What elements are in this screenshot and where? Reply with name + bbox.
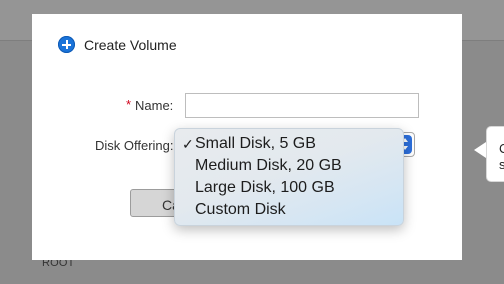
option-custom-disk[interactable]: Custom Disk xyxy=(175,199,403,221)
tooltip-line-1: C xyxy=(499,141,504,156)
tooltip-arrow xyxy=(474,142,486,158)
option-medium-disk[interactable]: Medium Disk, 20 GB xyxy=(175,155,403,177)
name-label: Name: xyxy=(135,98,174,113)
dialog-header: Create Volume xyxy=(58,36,177,53)
option-large-disk[interactable]: Large Disk, 100 GB xyxy=(175,177,403,199)
checkmark-icon: ✓ xyxy=(182,136,194,152)
disk-offering-dropdown: ✓ Small Disk, 5 GB Medium Disk, 20 GB La… xyxy=(174,128,404,226)
tooltip: C s xyxy=(486,126,504,182)
name-input[interactable] xyxy=(185,93,419,118)
option-label: Large Disk, 100 GB xyxy=(195,179,335,196)
tooltip-line-2: s xyxy=(499,157,504,172)
option-small-disk[interactable]: ✓ Small Disk, 5 GB xyxy=(175,133,403,155)
disk-offering-label: Disk Offering: xyxy=(95,138,174,153)
option-label: Small Disk, 5 GB xyxy=(195,135,316,152)
plus-circle-icon xyxy=(58,36,75,53)
dialog-title: Create Volume xyxy=(84,36,177,53)
option-label: Medium Disk, 20 GB xyxy=(195,157,342,174)
required-marker: * xyxy=(126,97,132,112)
option-label: Custom Disk xyxy=(195,201,286,218)
